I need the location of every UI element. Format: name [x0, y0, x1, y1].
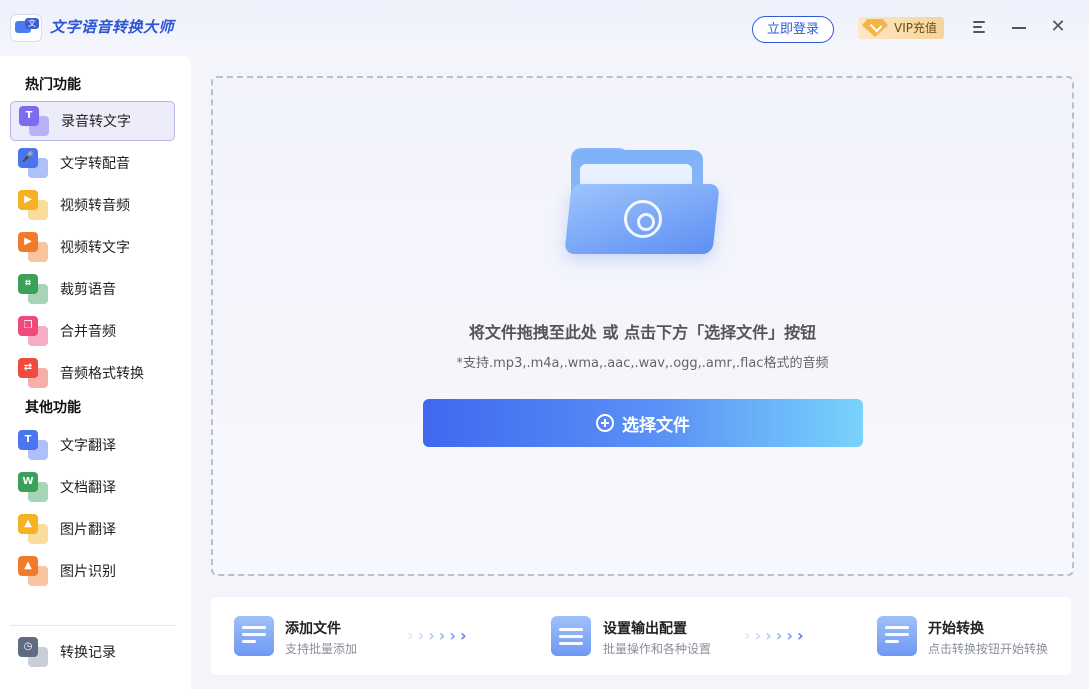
sidebar-item-label: 录音转文字 [61, 114, 131, 130]
step-title: 添加文件 [285, 621, 341, 637]
sidebar-item[interactable]: ▶ 视频转文字 [10, 227, 175, 267]
image-translate-icon: ▲ [18, 514, 48, 544]
sidebar-item[interactable]: ❐ 合并音频 [10, 311, 175, 351]
minimize-icon[interactable] [1010, 18, 1028, 36]
sidebar-item-label: 视频转音频 [60, 198, 130, 214]
sidebar-item[interactable]: ⇄ 音频格式转换 [10, 353, 175, 393]
sidebar: 热门功能 T 录音转文字 🎤 文字转配音 ▶ 视频转音频 ▶ 视频转文字 ⌗ 裁剪语音 ❐ 合并音频 ⇄… [0, 56, 191, 689]
sidebar-item[interactable]: ▶ 视频转音频 [10, 185, 175, 225]
other-features-title: 其他功能 [25, 400, 81, 416]
video-to-audio-icon: ▶ [18, 190, 48, 220]
sidebar-item-history[interactable]: ◷ 转换记录 [10, 632, 175, 672]
vip-recharge-button[interactable]: VIP充值 [858, 17, 944, 39]
sidebar-item-label: 文字翻译 [60, 438, 116, 454]
add-file-icon [234, 616, 274, 656]
supported-formats-text: *支持.mp3,.m4a,.wma,.aac,.wav,.ogg,.amr,.f… [456, 356, 829, 371]
select-file-button[interactable]: 选择文件 [423, 399, 863, 447]
app-logo-icon: 文 [10, 14, 42, 42]
step-subtitle: 点击转换按钮开始转换 [928, 642, 1049, 656]
chevrons-icon: ›››››› [407, 626, 471, 645]
sidebar-item-label: 文字转配音 [60, 156, 130, 172]
audio-format-icon: ⇄ [18, 358, 48, 388]
history-icon: ◷ [18, 637, 48, 667]
record-to-text-icon: T [19, 106, 49, 136]
plus-circle-icon [596, 414, 614, 432]
app-title: 文字语音转换大师 [50, 18, 175, 36]
vip-label: VIP充值 [894, 21, 937, 35]
steps-bar: 添加文件 支持批量添加 ›››››› 设置输出配置 批量操作和各种设置 ››››… [211, 597, 1071, 675]
sidebar-item-label: 音频格式转换 [60, 366, 144, 382]
sidebar-item-label: 图片翻译 [60, 522, 116, 538]
start-convert-icon [877, 616, 917, 656]
step-title: 设置输出配置 [603, 621, 687, 637]
hot-features-title: 热门功能 [25, 77, 81, 93]
sidebar-item[interactable]: W 文档翻译 [10, 467, 175, 507]
video-to-text-icon: ▶ [18, 232, 48, 262]
sidebar-item[interactable]: ▲ 图片识别 [10, 551, 175, 591]
sidebar-item[interactable]: ▲ 图片翻译 [10, 509, 175, 549]
settings-sliders-icon [551, 616, 591, 656]
sidebar-item-label: 转换记录 [60, 645, 116, 661]
step-title: 开始转换 [928, 621, 984, 637]
title-bar: 文 文字语音转换大师 立即登录 VIP充值 ✕ [0, 0, 1089, 56]
sidebar-item-label: 文档翻译 [60, 480, 116, 496]
close-icon[interactable]: ✕ [1049, 18, 1067, 36]
sidebar-item-label: 图片识别 [60, 564, 116, 580]
text-translate-icon: T [18, 430, 48, 460]
merge-audio-icon: ❐ [18, 316, 48, 346]
sidebar-divider [10, 625, 175, 626]
step-subtitle: 批量操作和各种设置 [603, 642, 712, 656]
sidebar-item[interactable]: ⌗ 裁剪语音 [10, 269, 175, 309]
audio-folder-icon [564, 148, 720, 258]
doc-translate-icon: W [18, 472, 48, 502]
vip-diamond-icon [862, 19, 888, 37]
chevrons-icon: ›››››› [744, 626, 808, 645]
step-subtitle: 支持批量添加 [285, 642, 358, 656]
select-file-label: 选择文件 [622, 415, 690, 436]
text-to-voice-icon: 🎤 [18, 148, 48, 178]
menu-icon[interactable] [970, 18, 988, 36]
drop-hint-text: 将文件拖拽至此处 或 点击下方「选择文件」按钮 [468, 323, 817, 342]
sidebar-item[interactable]: T 文字翻译 [10, 425, 175, 465]
image-recognize-icon: ▲ [18, 556, 48, 586]
sidebar-item-label: 裁剪语音 [60, 282, 116, 298]
sidebar-item[interactable]: 🎤 文字转配音 [10, 143, 175, 183]
sidebar-item-label: 视频转文字 [60, 240, 130, 256]
sidebar-item[interactable]: T 录音转文字 [10, 101, 175, 141]
login-button[interactable]: 立即登录 [752, 16, 834, 43]
crop-audio-icon: ⌗ [18, 274, 48, 304]
sidebar-item-label: 合并音频 [60, 324, 116, 340]
